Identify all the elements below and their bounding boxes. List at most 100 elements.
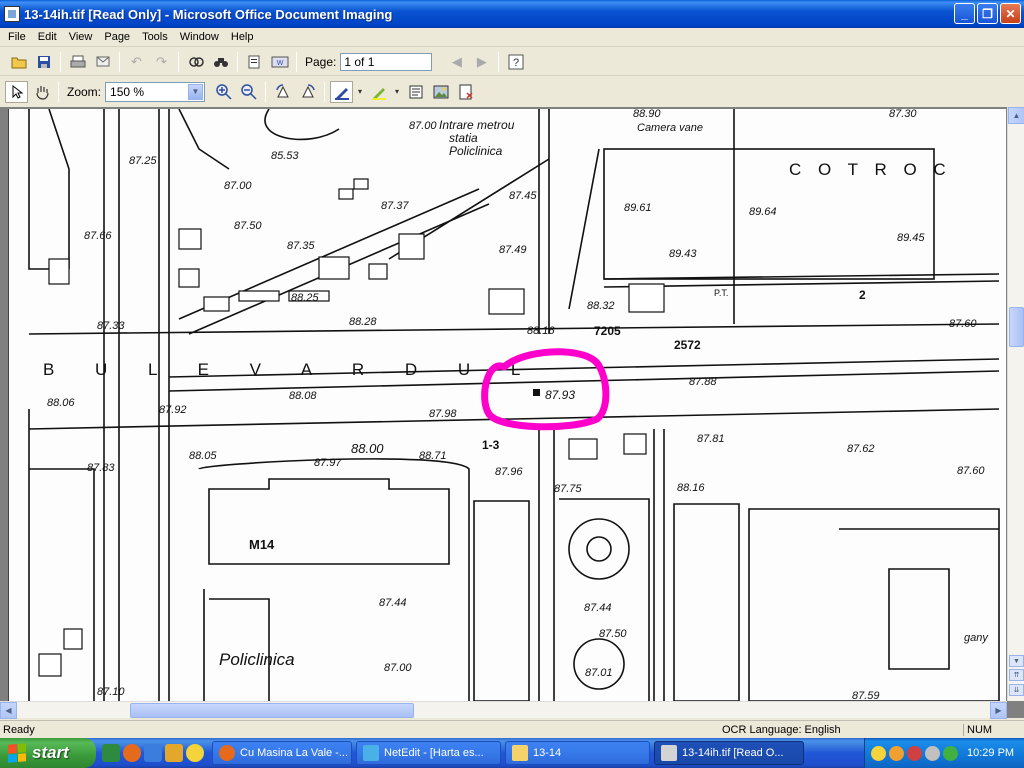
recognize-text-icon[interactable] — [184, 51, 207, 73]
messenger-icon[interactable] — [871, 745, 886, 761]
find-icon[interactable] — [209, 51, 232, 73]
zoom-value: 150 % — [110, 84, 145, 99]
code-label: 2 — [859, 288, 866, 302]
task-document-imaging[interactable]: 13-14ih.tif [Read O... — [654, 741, 804, 765]
rotate-left-icon[interactable] — [271, 81, 294, 103]
pan-hand-icon[interactable] — [30, 81, 53, 103]
menu-file[interactable]: File — [2, 31, 32, 43]
page-number-input[interactable] — [340, 52, 433, 71]
horizontal-scrollbar[interactable]: ◀ ▶ — [0, 701, 1007, 719]
zoom-select[interactable]: 150 % ▼ — [105, 81, 206, 102]
netedit-icon — [363, 745, 379, 761]
page-label: Page: — [305, 54, 337, 69]
minimize-button[interactable]: _ — [954, 3, 975, 24]
task-cu-masina[interactable]: Cu Masina La Vale -... — [212, 741, 352, 765]
toolbar-separator — [324, 81, 326, 102]
open-icon[interactable] — [7, 51, 30, 73]
app-icon[interactable] — [144, 744, 162, 762]
page-down-icon[interactable]: ⇊ — [1009, 684, 1024, 696]
scroll-right-icon[interactable]: ▶ — [990, 702, 1007, 719]
elevation-label: 87.75 — [554, 483, 582, 495]
highlighter-dropdown-icon[interactable]: ▾ — [392, 81, 402, 103]
elevation-label: 87.81 — [697, 433, 725, 445]
page-up-icon[interactable]: ⇈ — [1009, 669, 1024, 681]
label-intrare: Intrare metrou — [439, 118, 515, 132]
taskbar: start Cu Masina La Vale -... NetEdit - [… — [0, 738, 1024, 768]
save-icon[interactable] — [32, 51, 55, 73]
system-tray: 10:29 PM — [864, 738, 1024, 768]
show-annotations-icon[interactable] — [454, 81, 477, 103]
start-label: start — [32, 743, 69, 762]
previous-page-icon[interactable]: ◀ — [445, 51, 468, 73]
elevation-label: 87.49 — [499, 244, 527, 256]
pen-dropdown-icon[interactable]: ▾ — [355, 81, 365, 103]
help-icon[interactable]: ? — [504, 51, 527, 73]
elevation-label: 87.37 — [381, 200, 409, 212]
undo-icon[interactable]: ↶ — [125, 51, 148, 73]
messenger-icon[interactable] — [186, 744, 204, 762]
menu-page[interactable]: Page — [98, 31, 136, 43]
highlighter-icon[interactable] — [367, 81, 390, 103]
chevron-down-icon[interactable]: ▼ — [188, 83, 204, 100]
elevation-label: 88.16 — [527, 325, 555, 337]
select-pointer-icon[interactable] — [5, 80, 28, 103]
document-area: Intrare metrou statia Policlinica Camera… — [0, 107, 1024, 719]
elevation-label: 88.00 — [351, 441, 384, 456]
messenger-icon[interactable] — [889, 745, 904, 761]
horizontal-scroll-thumb[interactable] — [130, 703, 414, 718]
zoom-in-icon[interactable] — [212, 81, 235, 103]
standard-toolbar: ↶ ↷ W Page: ◀ ▶ ? — [0, 48, 1024, 76]
scroll-down-icon[interactable]: ▼ — [1009, 655, 1024, 667]
map-image[interactable]: Intrare metrou statia Policlinica Camera… — [8, 109, 1006, 701]
task-label: 13-14ih.tif [Read O... — [682, 747, 784, 759]
task-label: NetEdit - [Harta es... — [384, 747, 484, 759]
menu-tools[interactable]: Tools — [136, 31, 174, 43]
reading-view-icon[interactable]: W — [268, 51, 291, 73]
insert-picture-icon[interactable] — [429, 81, 452, 103]
vertical-scrollbar[interactable]: ▲ ▼ ⇈ ⇊ — [1007, 107, 1024, 701]
menu-bar: File Edit View Page Tools Window Help — [0, 28, 1024, 47]
menu-help[interactable]: Help — [225, 31, 260, 43]
elevation-label: 88.32 — [587, 300, 615, 312]
app-icon[interactable] — [102, 744, 120, 762]
task-label: 13-14 — [533, 747, 562, 759]
zoom-out-icon[interactable] — [237, 81, 260, 103]
elevation-label: 88.08 — [289, 390, 317, 402]
print-icon[interactable] — [66, 51, 89, 73]
start-button[interactable]: start — [0, 738, 96, 768]
menu-window[interactable]: Window — [174, 31, 225, 43]
winamp-icon[interactable] — [165, 744, 183, 762]
status-bar: Ready OCR Language: English NUM — [0, 720, 1024, 738]
maximize-button[interactable]: ❐ — [977, 3, 998, 24]
zoom-label: Zoom: — [67, 84, 102, 99]
menu-view[interactable]: View — [63, 31, 99, 43]
scroll-up-icon[interactable]: ▲ — [1008, 107, 1024, 124]
elevation-label: 87.01 — [585, 667, 613, 679]
toolbar-separator — [296, 51, 297, 72]
toolbar-separator — [178, 51, 179, 72]
close-button[interactable]: ✕ — [1000, 3, 1021, 24]
firefox-icon[interactable] — [123, 744, 141, 762]
elevation-label: 87.00 — [384, 662, 412, 674]
network-icon[interactable] — [925, 745, 940, 761]
vertical-scroll-thumb[interactable] — [1009, 307, 1024, 347]
task-folder[interactable]: 13-14 — [505, 741, 650, 765]
elevation-label: 89.64 — [749, 206, 777, 218]
text-box-icon[interactable] — [404, 81, 427, 103]
folder-icon — [512, 745, 528, 761]
rotate-right-icon[interactable] — [296, 81, 319, 103]
menu-edit[interactable]: Edit — [32, 31, 63, 43]
antivirus-icon[interactable] — [907, 745, 922, 761]
redo-icon[interactable]: ↷ — [150, 51, 173, 73]
elevation-label: 87.83 — [87, 462, 115, 474]
elevation-label: 88.90 — [633, 109, 661, 120]
pen-icon[interactable] — [330, 80, 354, 103]
elevation-label: 87.50 — [234, 220, 262, 232]
send-icon[interactable] — [91, 51, 114, 73]
send-to-word-icon[interactable] — [243, 51, 266, 73]
task-netedit[interactable]: NetEdit - [Harta es... — [356, 741, 501, 765]
scroll-left-icon[interactable]: ◀ — [0, 702, 17, 719]
elevation-label: 87.96 — [495, 466, 523, 478]
app-tray-icon[interactable] — [943, 745, 958, 761]
next-page-icon[interactable]: ▶ — [470, 51, 493, 73]
